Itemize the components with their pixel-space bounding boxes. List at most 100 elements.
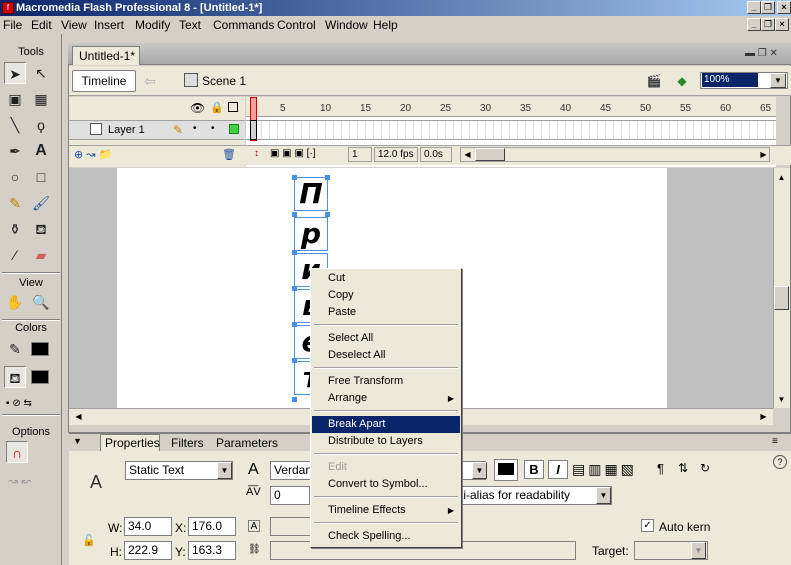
pencil-tool-icon[interactable]: ✎ bbox=[4, 192, 26, 214]
selection-handle[interactable] bbox=[292, 397, 297, 402]
subselect-tool-icon[interactable]: ↖ bbox=[30, 62, 52, 84]
fill-color-icon[interactable]: ⛾ bbox=[4, 366, 26, 388]
ctx-cut[interactable]: Cut bbox=[312, 270, 460, 287]
snap-magnet-icon[interactable]: ∩ bbox=[6, 441, 28, 463]
help-icon[interactable]: ? bbox=[773, 455, 787, 469]
height-field[interactable]: 222.9 bbox=[124, 541, 172, 560]
stroke-color-icon[interactable]: ✎ bbox=[4, 338, 26, 360]
paint-bucket-tool-icon[interactable]: ⛾ bbox=[30, 218, 52, 240]
paragraph-icon[interactable]: ¶ bbox=[657, 461, 664, 476]
selection-handle[interactable] bbox=[292, 212, 297, 217]
x-field[interactable]: 176.0 bbox=[188, 517, 236, 536]
ctx-deselect-all[interactable]: Deselect All bbox=[312, 347, 460, 364]
scroll-up-arrow[interactable]: ▲ bbox=[774, 170, 789, 185]
ctx-break-apart[interactable]: Break Apart bbox=[312, 416, 460, 433]
smooth-straighten-icons[interactable]: ↝ ↜ bbox=[8, 474, 31, 488]
constrain-lock-icon[interactable]: 🔓 bbox=[82, 534, 96, 547]
frame-rate-field[interactable]: 12.0 fps bbox=[374, 147, 418, 162]
menu-modify[interactable]: Modify bbox=[135, 18, 170, 32]
orientation-icon[interactable]: ⇅ bbox=[678, 461, 688, 475]
close-button[interactable]: × bbox=[777, 1, 791, 14]
layer-name[interactable]: Layer 1 bbox=[108, 124, 145, 136]
edit-symbols-icon[interactable]: ◆ bbox=[672, 72, 692, 90]
layer-visible-dot[interactable]: • bbox=[193, 123, 197, 134]
zoom-dropdown-arrow[interactable]: ▼ bbox=[770, 73, 786, 88]
selection-handle[interactable] bbox=[292, 322, 297, 327]
doc-window-controls[interactable]: _ ❐ × bbox=[747, 18, 791, 32]
menu-view[interactable]: View bbox=[61, 18, 87, 32]
text-color-button[interactable] bbox=[494, 459, 518, 481]
ctx-check-spelling[interactable]: Check Spelling... bbox=[312, 528, 460, 545]
ctx-distribute-to-layers[interactable]: Distribute to Layers bbox=[312, 433, 460, 450]
text-type-dropdown-arrow[interactable]: ▼ bbox=[217, 462, 232, 479]
stage-scroll-left-arrow[interactable]: ◀ bbox=[71, 409, 86, 424]
menu-file[interactable]: File bbox=[3, 18, 22, 32]
layer-frames-row[interactable] bbox=[246, 120, 776, 140]
doc-tab-controls[interactable]: ▬ ❐ ✕ bbox=[745, 48, 778, 59]
selection-handle[interactable] bbox=[292, 358, 297, 363]
brush-tool-icon[interactable]: 🖌 bbox=[30, 192, 52, 214]
alignment-icons[interactable]: ▤▥▦▧ bbox=[572, 461, 637, 478]
menu-text[interactable]: Text bbox=[179, 18, 201, 32]
selection-handle[interactable] bbox=[325, 175, 330, 180]
menu-commands[interactable]: Commands bbox=[213, 18, 274, 32]
selection-handle[interactable] bbox=[292, 250, 297, 255]
outline-all-icon[interactable] bbox=[228, 102, 238, 112]
keyframe[interactable] bbox=[250, 120, 257, 140]
autokern-checkbox[interactable]: ✓ bbox=[641, 519, 654, 532]
hand-tool-icon[interactable]: ✋ bbox=[4, 291, 26, 313]
menu-control[interactable]: Control bbox=[277, 18, 316, 32]
bold-button[interactable]: B bbox=[524, 460, 544, 479]
layer-outline-color[interactable] bbox=[229, 124, 239, 134]
ctx-convert-to-symbol[interactable]: Convert to Symbol... bbox=[312, 476, 460, 493]
pen-tool-icon[interactable]: ✒ bbox=[4, 140, 26, 162]
selectable-icon[interactable]: A bbox=[248, 520, 260, 532]
ctx-paste[interactable]: Paste bbox=[312, 304, 460, 321]
menu-help[interactable]: Help bbox=[373, 18, 398, 32]
scroll-down-arrow[interactable]: ▼ bbox=[774, 392, 789, 407]
stroke-color-swatch[interactable] bbox=[31, 342, 49, 356]
ctx-select-all[interactable]: Select All bbox=[312, 330, 460, 347]
timeline-scroll-thumb[interactable] bbox=[475, 148, 505, 161]
timeline-toggle-button[interactable]: Timeline bbox=[72, 70, 136, 92]
panel-menu-icon[interactable]: ≡ bbox=[772, 436, 778, 447]
panel-collapse-icon[interactable]: ▼ bbox=[73, 436, 82, 446]
line-tool-icon[interactable]: ╲ bbox=[4, 114, 26, 136]
oval-tool-icon[interactable]: ○ bbox=[4, 166, 26, 188]
selection-handle[interactable] bbox=[325, 212, 330, 217]
stage-scroll-right-arrow[interactable]: ▶ bbox=[756, 409, 771, 424]
edit-scene-icon[interactable]: 🎬 bbox=[644, 72, 664, 90]
menu-edit[interactable]: Edit bbox=[31, 18, 52, 32]
center-frame-icon[interactable]: ↕ bbox=[254, 148, 259, 159]
back-arrow-icon[interactable]: ⇦ bbox=[144, 72, 164, 90]
fill-color-swatch[interactable] bbox=[31, 370, 49, 384]
zoom-value[interactable]: 100% bbox=[702, 73, 758, 87]
tracking-field[interactable]: 0 bbox=[270, 486, 310, 505]
arrow-tool-icon[interactable]: ➤ bbox=[4, 62, 26, 84]
color-mode-icons[interactable]: ▪ ⊘ ⇆ bbox=[6, 398, 32, 409]
eraser-tool-icon[interactable]: ▰ bbox=[30, 244, 52, 266]
doc-restore-button[interactable]: ❐ bbox=[761, 18, 775, 31]
ctx-free-transform[interactable]: Free Transform bbox=[312, 373, 460, 390]
rectangle-tool-icon[interactable]: □ bbox=[30, 166, 52, 188]
text-letter[interactable]: р bbox=[294, 217, 328, 251]
scroll-right-arrow[interactable]: ▶ bbox=[756, 147, 771, 162]
ctx-timeline-effects[interactable]: Timeline Effects ▶ bbox=[312, 502, 460, 519]
ctx-arrange[interactable]: Arrange ▶ bbox=[312, 390, 460, 407]
show-hide-eye-icon[interactable]: 👁 bbox=[190, 101, 205, 115]
timeline-ruler[interactable]: 5 10 15 20 25 30 35 40 45 50 55 60 65 bbox=[246, 97, 776, 117]
scroll-left-arrow[interactable]: ◀ bbox=[460, 147, 475, 162]
tab-parameters[interactable]: Parameters bbox=[216, 436, 278, 450]
delete-layer-icon[interactable]: 🗑 bbox=[222, 148, 236, 161]
add-layer-icons[interactable]: ⊕ ↝ 📁 bbox=[74, 148, 112, 161]
rotate-icon[interactable]: ↻ bbox=[700, 461, 710, 475]
layer-lock-dot[interactable]: • bbox=[211, 123, 215, 134]
doc-close-button[interactable]: × bbox=[775, 18, 789, 31]
minimize-button[interactable]: _ bbox=[747, 1, 761, 14]
restore-button[interactable]: ❐ bbox=[761, 1, 775, 14]
lock-all-icon[interactable]: 🔒 bbox=[210, 101, 224, 114]
menu-window[interactable]: Window bbox=[325, 18, 368, 32]
ctx-copy[interactable]: Copy bbox=[312, 287, 460, 304]
tab-properties[interactable]: Properties bbox=[105, 436, 160, 450]
tab-filters[interactable]: Filters bbox=[171, 436, 204, 450]
